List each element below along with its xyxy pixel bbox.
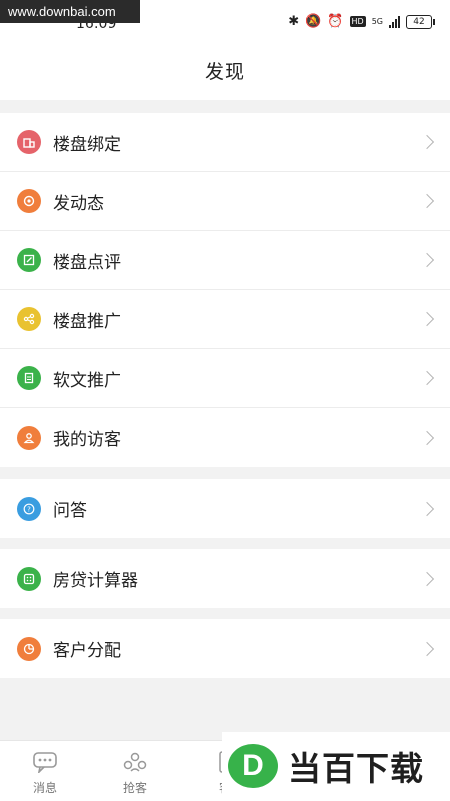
list-item-label: 发动态 (53, 193, 104, 214)
tab-grab-customers[interactable]: 抢客 (90, 741, 180, 801)
target-icon (17, 189, 41, 213)
list-item-my-visitors[interactable]: 我的访客 (0, 408, 450, 467)
page-title: 发现 (204, 61, 245, 83)
question-icon: ? (17, 496, 41, 521)
building-icon (17, 130, 41, 154)
brand-logo-letter: D (242, 749, 264, 782)
battery-icon: 42 (406, 14, 435, 29)
list-item-label: 问答 (53, 501, 87, 521)
status-icons: ✱ 🔕 ⏰ HD 5G 42 (288, 14, 435, 29)
section-calculator: 房贷计算器 (0, 549, 450, 608)
document-icon (17, 366, 41, 390)
chevron-right-icon (419, 193, 435, 209)
chevron-right-icon (419, 311, 435, 327)
list-item-label: 楼盘点评 (53, 252, 121, 273)
mute-icon: 🔕 (305, 14, 322, 29)
list-item-label: 房贷计算器 (53, 571, 138, 591)
pie-chart-icon (17, 636, 41, 661)
list-item-label: 客户分配 (53, 641, 121, 661)
list-item-building-bind[interactable]: 楼盘绑定 (0, 113, 450, 172)
list-item-building-review[interactable]: 楼盘点评 (0, 231, 450, 290)
section-main: 楼盘绑定 发动态 楼盘点评 楼盘推广 软文推广 我的访客 (0, 113, 450, 467)
list-item-label: 楼盘绑定 (53, 134, 121, 155)
section-qa: ? 问答 (0, 479, 450, 538)
list-item-mortgage-calculator[interactable]: 房贷计算器 (0, 549, 450, 608)
list-item-qa[interactable]: ? 问答 (0, 479, 450, 538)
chevron-right-icon (419, 641, 435, 656)
chevron-right-icon (419, 370, 435, 386)
tab-label: 消息 (32, 781, 57, 795)
hd-badge: HD (349, 16, 366, 27)
bluetooth-icon: ✱ (288, 14, 300, 29)
chevron-right-icon (419, 430, 435, 445)
brand-logo: D (228, 744, 278, 788)
people-icon (90, 751, 180, 777)
message-icon (0, 751, 90, 777)
calculator-icon (17, 566, 41, 591)
visitor-icon (17, 425, 41, 450)
network-label: 5G (371, 17, 383, 26)
list-item-article-promotion[interactable]: 软文推广 (0, 349, 450, 408)
svg-text:?: ? (27, 505, 31, 513)
brand-watermark: D 当百下载 (222, 732, 450, 800)
nav-bar: 发现 (0, 44, 450, 100)
list-item-building-promotion[interactable]: 楼盘推广 (0, 290, 450, 349)
tab-messages[interactable]: 消息 (0, 741, 90, 801)
watermark-top: www.downbai.com (0, 0, 140, 23)
section-customer: 客户分配 (0, 619, 450, 678)
share-icon (17, 307, 41, 331)
chevron-right-icon (419, 501, 435, 516)
list-item-post-update[interactable]: 发动态 (0, 172, 450, 231)
list-item-label: 楼盘推广 (53, 311, 121, 332)
list-item-label: 我的访客 (53, 430, 121, 450)
chevron-right-icon (419, 134, 435, 150)
chevron-right-icon (419, 571, 435, 586)
chevron-right-icon (419, 252, 435, 268)
signal-icon (389, 15, 400, 28)
edit-icon (17, 248, 41, 272)
tab-label: 抢客 (122, 781, 147, 795)
brand-text: 当百下载 (288, 749, 424, 788)
alarm-icon: ⏰ (327, 14, 344, 29)
list-item-customer-allocation[interactable]: 客户分配 (0, 619, 450, 678)
list-item-label: 软文推广 (53, 370, 121, 391)
